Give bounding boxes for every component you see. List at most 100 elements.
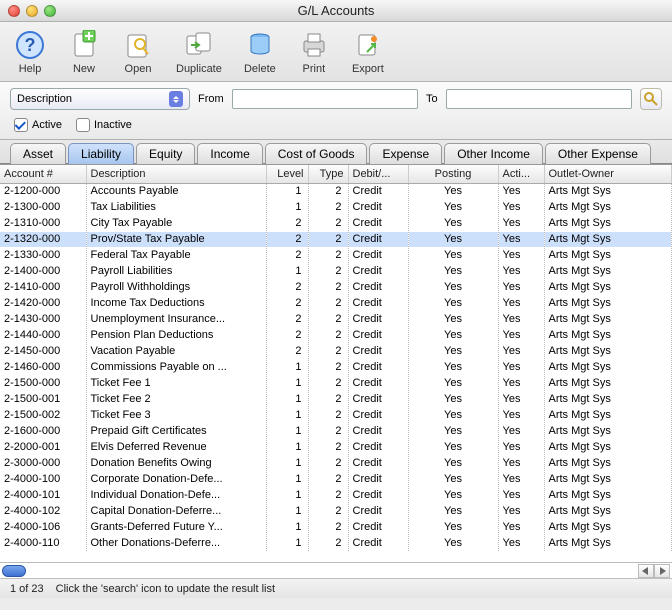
- table-row[interactable]: 2-3000-000Donation Benefits Owing12Credi…: [0, 455, 672, 471]
- table-row[interactable]: 2-2000-001Elvis Deferred Revenue12Credit…: [0, 439, 672, 455]
- cell-active: Yes: [498, 455, 544, 471]
- new-button[interactable]: New: [68, 29, 100, 75]
- status-bar: 1 of 23 Click the 'search' icon to updat…: [0, 578, 672, 598]
- export-button[interactable]: Export: [352, 29, 384, 75]
- cell-account: 2-1300-000: [0, 199, 86, 215]
- table-row[interactable]: 2-4000-101Individual Donation-Defe...12C…: [0, 487, 672, 503]
- col-debit-credit[interactable]: Debit/...: [348, 165, 408, 183]
- table-row[interactable]: 2-1500-002Ticket Fee 312CreditYesYesArts…: [0, 407, 672, 423]
- cell-outlet: Arts Mgt Sys: [544, 215, 672, 231]
- cell-posting: Yes: [408, 391, 498, 407]
- duplicate-button[interactable]: Duplicate: [176, 29, 222, 75]
- scroll-right-button[interactable]: [654, 564, 670, 578]
- cell-debit-credit: Credit: [348, 519, 408, 535]
- cell-outlet: Arts Mgt Sys: [544, 343, 672, 359]
- tab-asset[interactable]: Asset: [10, 143, 66, 164]
- table-row[interactable]: 2-1320-000Prov/State Tax Payable22Credit…: [0, 231, 672, 247]
- duplicate-label: Duplicate: [176, 63, 222, 75]
- table-row[interactable]: 2-1500-001Ticket Fee 212CreditYesYesArts…: [0, 391, 672, 407]
- col-type[interactable]: Type: [308, 165, 348, 183]
- tab-other-income[interactable]: Other Income: [444, 143, 543, 164]
- open-button[interactable]: Open: [122, 29, 154, 75]
- help-button[interactable]: ? Help: [14, 29, 46, 75]
- cell-posting: Yes: [408, 295, 498, 311]
- cell-debit-credit: Credit: [348, 295, 408, 311]
- inactive-checkbox[interactable]: Inactive: [76, 118, 132, 132]
- triangle-right-icon: [658, 567, 666, 575]
- table-row[interactable]: 2-1300-000Tax Liabilities12CreditYesYesA…: [0, 199, 672, 215]
- table-row[interactable]: 2-1430-000Unemployment Insurance...22Cre…: [0, 311, 672, 327]
- cell-posting: Yes: [408, 375, 498, 391]
- tab-equity[interactable]: Equity: [136, 143, 195, 164]
- col-posting[interactable]: Posting: [408, 165, 498, 183]
- horizontal-scrollbar[interactable]: [0, 562, 672, 578]
- col-outlet[interactable]: Outlet-Owner: [544, 165, 672, 183]
- tab-liability[interactable]: Liability: [68, 143, 134, 164]
- cell-account: 2-1430-000: [0, 311, 86, 327]
- col-active[interactable]: Acti...: [498, 165, 544, 183]
- export-label: Export: [352, 63, 384, 75]
- from-input[interactable]: [232, 89, 418, 109]
- table-row[interactable]: 2-1460-000Commissions Payable on ...12Cr…: [0, 359, 672, 375]
- scroll-left-button[interactable]: [638, 564, 654, 578]
- cell-account: 2-1420-000: [0, 295, 86, 311]
- table-row[interactable]: 2-1600-000Prepaid Gift Certificates12Cre…: [0, 423, 672, 439]
- table-row[interactable]: 2-1310-000City Tax Payable22CreditYesYes…: [0, 215, 672, 231]
- cell-level: 2: [266, 247, 308, 263]
- table-row[interactable]: 2-4000-106Grants-Deferred Future Y...12C…: [0, 519, 672, 535]
- svg-text:?: ?: [25, 35, 36, 55]
- tab-bar: AssetLiabilityEquityIncomeCost of GoodsE…: [0, 140, 672, 164]
- cell-posting: Yes: [408, 407, 498, 423]
- delete-button[interactable]: Delete: [244, 29, 276, 75]
- col-account[interactable]: Account #: [0, 165, 86, 183]
- cell-account: 2-1450-000: [0, 343, 86, 359]
- table-row[interactable]: 2-4000-100Corporate Donation-Defe...12Cr…: [0, 471, 672, 487]
- cell-outlet: Arts Mgt Sys: [544, 199, 672, 215]
- window-title: G/L Accounts: [0, 3, 672, 18]
- cell-account: 2-1410-000: [0, 279, 86, 295]
- cell-level: 2: [266, 327, 308, 343]
- table-row[interactable]: 2-1440-000Pension Plan Deductions22Credi…: [0, 327, 672, 343]
- cell-account: 2-1440-000: [0, 327, 86, 343]
- tab-expense[interactable]: Expense: [369, 143, 442, 164]
- cell-type: 2: [308, 423, 348, 439]
- table-row[interactable]: 2-1200-000Accounts Payable12CreditYesYes…: [0, 183, 672, 199]
- table-row[interactable]: 2-1500-000Ticket Fee 112CreditYesYesArts…: [0, 375, 672, 391]
- col-level[interactable]: Level: [266, 165, 308, 183]
- table-row[interactable]: 2-4000-110Other Donations-Deferre...12Cr…: [0, 535, 672, 551]
- cell-level: 1: [266, 263, 308, 279]
- cell-account: 2-1330-000: [0, 247, 86, 263]
- cell-posting: Yes: [408, 183, 498, 199]
- accounts-table: Account # Description Level Type Debit/.…: [0, 164, 672, 562]
- cell-active: Yes: [498, 535, 544, 551]
- cell-account: 2-4000-102: [0, 503, 86, 519]
- table-row[interactable]: 2-1420-000Income Tax Deductions22CreditY…: [0, 295, 672, 311]
- active-checkbox[interactable]: Active: [14, 118, 62, 132]
- cell-outlet: Arts Mgt Sys: [544, 183, 672, 199]
- cell-type: 2: [308, 199, 348, 215]
- cell-type: 2: [308, 391, 348, 407]
- triangle-left-icon: [642, 567, 650, 575]
- table-row[interactable]: 2-4000-102Capital Donation-Deferre...12C…: [0, 503, 672, 519]
- cell-debit-credit: Credit: [348, 407, 408, 423]
- print-button[interactable]: Print: [298, 29, 330, 75]
- cell-debit-credit: Credit: [348, 199, 408, 215]
- table-row[interactable]: 2-1330-000Federal Tax Payable22CreditYes…: [0, 247, 672, 263]
- tab-other-expense[interactable]: Other Expense: [545, 143, 651, 164]
- tab-income[interactable]: Income: [197, 143, 262, 164]
- table-row[interactable]: 2-1400-000Payroll Liabilities12CreditYes…: [0, 263, 672, 279]
- cell-account: 2-4000-110: [0, 535, 86, 551]
- filter-bar: Description From To Active Inactive: [0, 82, 672, 140]
- cell-description: Vacation Payable: [86, 343, 266, 359]
- to-input[interactable]: [446, 89, 632, 109]
- table-row[interactable]: 2-1450-000Vacation Payable22CreditYesYes…: [0, 343, 672, 359]
- cell-active: Yes: [498, 391, 544, 407]
- scroll-thumb[interactable]: [2, 565, 26, 577]
- search-field-select[interactable]: Description: [10, 88, 190, 110]
- cell-type: 2: [308, 487, 348, 503]
- table-row[interactable]: 2-1410-000Payroll Withholdings22CreditYe…: [0, 279, 672, 295]
- search-button[interactable]: [640, 88, 662, 110]
- tab-cost-of-goods[interactable]: Cost of Goods: [265, 143, 368, 164]
- cell-level: 2: [266, 231, 308, 247]
- col-description[interactable]: Description: [86, 165, 266, 183]
